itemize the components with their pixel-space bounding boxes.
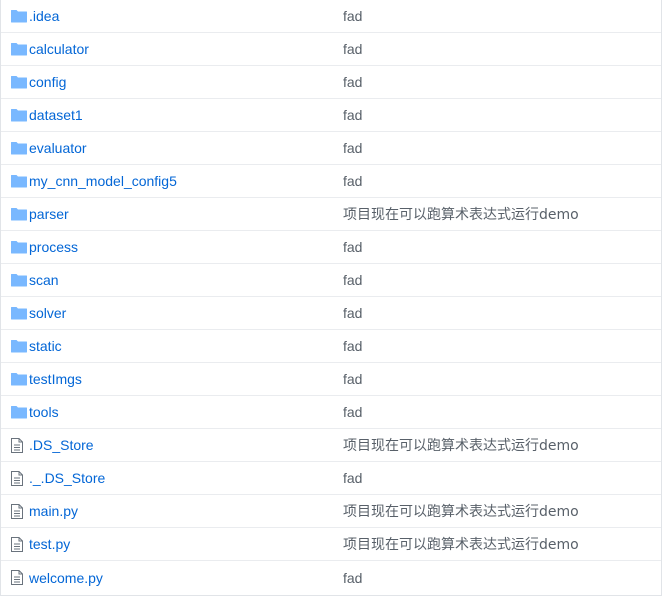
icon-cell bbox=[1, 42, 29, 56]
file-name-link[interactable]: process bbox=[29, 239, 343, 255]
commit-message[interactable]: fad bbox=[343, 8, 661, 24]
folder-icon bbox=[11, 174, 27, 188]
file-icon bbox=[11, 570, 23, 585]
commit-message[interactable]: fad bbox=[343, 272, 661, 288]
file-row[interactable]: .idea fad bbox=[1, 0, 661, 33]
folder-icon bbox=[11, 42, 27, 56]
icon-cell bbox=[1, 503, 29, 519]
folder-icon bbox=[11, 372, 27, 386]
file-row[interactable]: calculator fad bbox=[1, 33, 661, 66]
icon-cell bbox=[1, 339, 29, 353]
file-name-link[interactable]: welcome.py bbox=[29, 570, 343, 586]
commit-message[interactable]: fad bbox=[343, 41, 661, 57]
icon-cell bbox=[1, 536, 29, 552]
file-row[interactable]: static fad bbox=[1, 330, 661, 363]
folder-icon bbox=[11, 108, 27, 122]
file-name-link[interactable]: my_cnn_model_config5 bbox=[29, 173, 343, 189]
folder-icon bbox=[11, 9, 27, 23]
commit-message[interactable]: fad bbox=[343, 74, 661, 90]
folder-icon bbox=[11, 306, 27, 320]
icon-cell bbox=[1, 75, 29, 89]
file-icon bbox=[11, 437, 23, 453]
commit-message[interactable]: fad bbox=[343, 305, 661, 321]
file-row[interactable]: test.py 项目现在可以跑算术表达式运行demo bbox=[1, 528, 661, 561]
folder-icon bbox=[11, 207, 27, 221]
file-row[interactable]: parser 项目现在可以跑算术表达式运行demo bbox=[1, 198, 661, 231]
folder-icon bbox=[11, 273, 27, 287]
file-icon bbox=[11, 470, 23, 486]
commit-message[interactable]: fad bbox=[343, 338, 661, 354]
file-row[interactable]: main.py 项目现在可以跑算术表达式运行demo bbox=[1, 495, 661, 528]
file-name-link[interactable]: calculator bbox=[29, 41, 343, 57]
commit-message[interactable]: fad bbox=[343, 140, 661, 156]
file-name-link[interactable]: .DS_Store bbox=[29, 437, 343, 453]
file-row[interactable]: .DS_Store 项目现在可以跑算术表达式运行demo bbox=[1, 429, 661, 462]
icon-cell bbox=[1, 273, 29, 287]
file-row[interactable]: welcome.py fad bbox=[1, 561, 661, 594]
file-row[interactable]: config fad bbox=[1, 66, 661, 99]
icon-cell bbox=[1, 108, 29, 122]
file-name-link[interactable]: dataset1 bbox=[29, 107, 343, 123]
file-row[interactable]: solver fad bbox=[1, 297, 661, 330]
file-row[interactable]: tools fad bbox=[1, 396, 661, 429]
icon-cell bbox=[1, 437, 29, 453]
file-row[interactable]: process fad bbox=[1, 231, 661, 264]
icon-cell bbox=[1, 405, 29, 419]
commit-message[interactable]: fad bbox=[343, 173, 661, 189]
folder-icon bbox=[11, 141, 27, 155]
file-row[interactable]: scan fad bbox=[1, 264, 661, 297]
icon-cell bbox=[1, 9, 29, 23]
commit-message[interactable]: 项目现在可以跑算术表达式运行demo bbox=[343, 501, 661, 521]
icon-cell bbox=[1, 240, 29, 254]
icon-cell bbox=[1, 570, 29, 585]
file-name-link[interactable]: scan bbox=[29, 272, 343, 288]
file-row[interactable]: my_cnn_model_config5 fad bbox=[1, 165, 661, 198]
commit-message[interactable]: fad bbox=[343, 470, 661, 486]
file-name-link[interactable]: tools bbox=[29, 404, 343, 420]
commit-message[interactable]: fad bbox=[343, 404, 661, 420]
file-name-link[interactable]: ._.DS_Store bbox=[29, 470, 343, 486]
file-row[interactable]: ._.DS_Store fad bbox=[1, 462, 661, 495]
commit-message[interactable]: fad bbox=[343, 239, 661, 255]
file-name-link[interactable]: .idea bbox=[29, 8, 343, 24]
file-name-link[interactable]: test.py bbox=[29, 536, 343, 552]
commit-message[interactable]: 项目现在可以跑算术表达式运行demo bbox=[343, 435, 661, 455]
file-name-link[interactable]: config bbox=[29, 74, 343, 90]
icon-cell bbox=[1, 174, 29, 188]
folder-icon bbox=[11, 75, 27, 89]
icon-cell bbox=[1, 470, 29, 486]
file-list: .idea fad calculator fad config fad data… bbox=[0, 0, 662, 596]
icon-cell bbox=[1, 141, 29, 155]
file-name-link[interactable]: testImgs bbox=[29, 371, 343, 387]
commit-message[interactable]: fad bbox=[343, 570, 661, 586]
commit-message[interactable]: fad bbox=[343, 371, 661, 387]
file-name-link[interactable]: static bbox=[29, 338, 343, 354]
file-icon bbox=[11, 503, 23, 519]
file-name-link[interactable]: evaluator bbox=[29, 140, 343, 156]
file-row[interactable]: testImgs fad bbox=[1, 363, 661, 396]
file-row[interactable]: evaluator fad bbox=[1, 132, 661, 165]
commit-message[interactable]: 项目现在可以跑算术表达式运行demo bbox=[343, 534, 661, 554]
file-name-link[interactable]: parser bbox=[29, 206, 343, 222]
file-row[interactable]: dataset1 fad bbox=[1, 99, 661, 132]
folder-icon bbox=[11, 240, 27, 254]
icon-cell bbox=[1, 306, 29, 320]
folder-icon bbox=[11, 339, 27, 353]
icon-cell bbox=[1, 207, 29, 221]
folder-icon bbox=[11, 405, 27, 419]
file-name-link[interactable]: solver bbox=[29, 305, 343, 321]
icon-cell bbox=[1, 372, 29, 386]
file-name-link[interactable]: main.py bbox=[29, 503, 343, 519]
commit-message[interactable]: 项目现在可以跑算术表达式运行demo bbox=[343, 204, 661, 224]
file-icon bbox=[11, 536, 23, 552]
commit-message[interactable]: fad bbox=[343, 107, 661, 123]
